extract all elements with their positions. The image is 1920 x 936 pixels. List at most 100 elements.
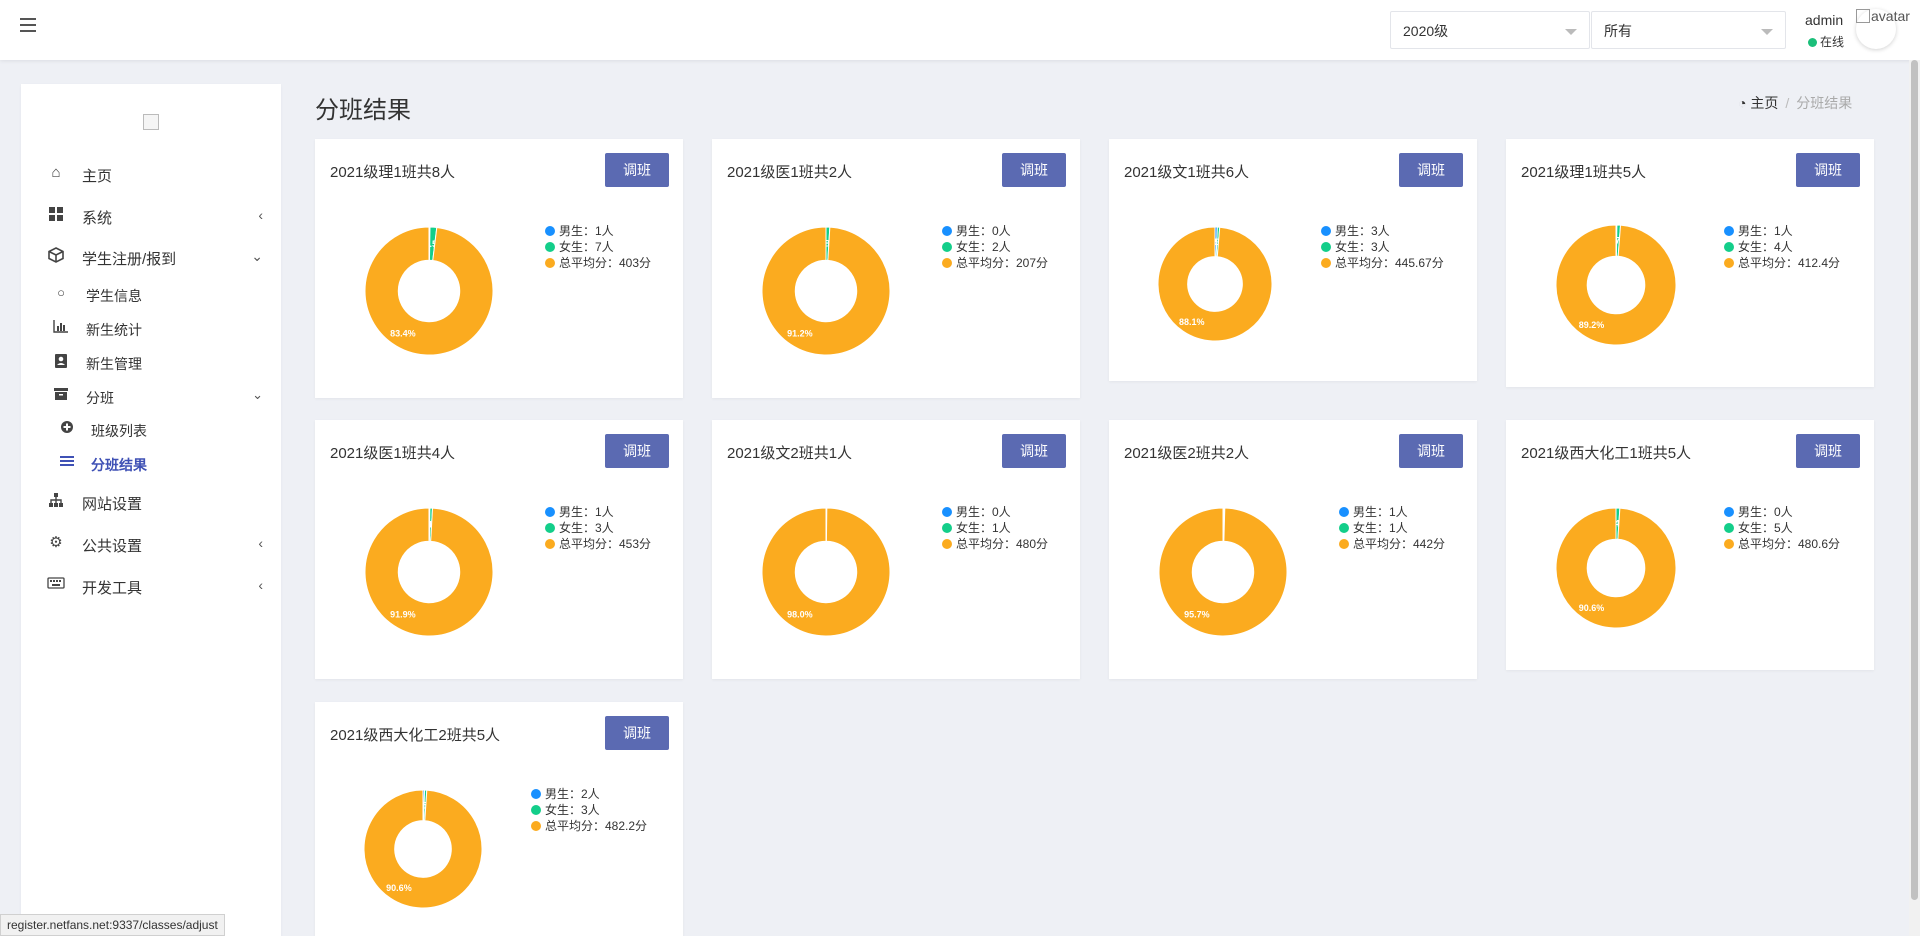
legend-item[interactable]: 总平均分：442分: [1339, 536, 1445, 552]
sidebar-item-label: 新生管理: [86, 356, 142, 372]
slice-percent-label: 90.6%: [1579, 603, 1605, 613]
average-legend-dot-icon: [1724, 539, 1734, 549]
legend-item[interactable]: 女生：3人: [545, 520, 651, 536]
card-title: 2021级西大化工2班共5人: [330, 727, 501, 744]
sidebar-item-student-info[interactable]: ○ 学生信息: [21, 279, 281, 309]
sidebar-item-dev-tools[interactable]: 开发工具 ‹: [21, 569, 281, 603]
legend-item[interactable]: 女生：2人: [942, 239, 1048, 255]
legend-item[interactable]: 女生：1人: [942, 520, 1048, 536]
legend-item[interactable]: 男生：0人: [942, 223, 1048, 239]
average-score-slice[interactable]: [363, 789, 483, 909]
legend-item[interactable]: 女生：3人: [1321, 239, 1444, 255]
average-score-slice[interactable]: [364, 507, 494, 637]
legend-label: 男生：1人: [1738, 224, 1793, 238]
legend-item[interactable]: 女生：5人: [1724, 520, 1840, 536]
legend-label: 男生：0人: [956, 224, 1011, 238]
adjust-class-button[interactable]: 调班: [1399, 153, 1463, 187]
legend-item[interactable]: 男生：0人: [942, 504, 1048, 520]
legend-item[interactable]: 总平均分：207分: [942, 255, 1048, 271]
sidebar-item-freshman-management[interactable]: 新生管理: [21, 347, 281, 377]
donut-chart: 14.5%83.4%: [364, 226, 494, 356]
average-score-slice[interactable]: [1555, 507, 1677, 629]
user-name[interactable]: admin: [1805, 12, 1843, 28]
average-score-slice[interactable]: [761, 507, 891, 637]
adjust-class-button[interactable]: 调班: [605, 434, 669, 468]
sidebar-item-class-division[interactable]: 分班 ⌄: [21, 381, 281, 411]
scope-select[interactable]: 所有: [1591, 11, 1786, 49]
male-legend-dot-icon: [1321, 226, 1331, 236]
adjust-class-button[interactable]: 调班: [605, 716, 669, 750]
average-score-slice[interactable]: [761, 226, 891, 356]
legend-item[interactable]: 女生：1人: [1339, 520, 1445, 536]
legend-label: 总平均分：482.2分: [545, 819, 648, 833]
male-legend-dot-icon: [1724, 226, 1734, 236]
sidebar-item-division-result[interactable]: 分班结果: [21, 448, 281, 478]
legend-item[interactable]: 总平均分：412.4分: [1724, 255, 1840, 271]
legend-label: 男生：3人: [1335, 224, 1390, 238]
legend-item[interactable]: 男生：1人: [545, 223, 651, 239]
legend-label: 男生：1人: [559, 505, 614, 519]
avatar-broken-image: avatar: [1856, 8, 1910, 24]
sidebar-item-label: 学生注册/报到: [82, 251, 177, 268]
sidebar-item-label: 学生信息: [86, 288, 142, 304]
grade-select[interactable]: 2020级: [1390, 11, 1590, 49]
sidebar-item-label: 开发工具: [82, 580, 143, 597]
legend-item[interactable]: 男生：1人: [545, 504, 651, 520]
scope-select-value: 所有: [1604, 23, 1632, 39]
sidebar-item-class-list[interactable]: 班级列表: [21, 414, 281, 444]
adjust-class-button[interactable]: 调班: [1399, 434, 1463, 468]
adjust-class-button[interactable]: 调班: [605, 153, 669, 187]
class-result-card: 2021级医2班共2人 调班 95.7% 男生：1人 女生：1人 总平均分：442分: [1109, 420, 1477, 679]
legend-item[interactable]: 总平均分：453分: [545, 536, 651, 552]
legend-item[interactable]: 总平均分：482.2分: [531, 818, 647, 834]
female-legend-dot-icon: [1724, 523, 1734, 533]
class-result-card: 2021级文2班共1人 调班 98.0% 男生：0人 女生：1人 总平均分：480分: [712, 420, 1080, 679]
windows-icon: [47, 206, 65, 224]
legend-item[interactable]: 男生：3人: [1321, 223, 1444, 239]
legend-item[interactable]: 男生：0人: [1724, 504, 1840, 520]
adjust-class-button[interactable]: 调班: [1796, 434, 1860, 468]
sidebar-item-site-settings[interactable]: 网站设置: [21, 485, 281, 519]
legend-item[interactable]: 男生：2人: [531, 786, 647, 802]
sidebar-item-public-settings[interactable]: ⚙ 公共设置 ‹: [21, 527, 281, 561]
class-result-card: 2021级理1班共8人 调班 14.5% 83.4% 男生：1人 女生：7人 总平均分：40…: [315, 139, 683, 398]
adjust-class-button[interactable]: 调班: [1002, 153, 1066, 187]
scrollbar-thumb[interactable]: [1911, 60, 1918, 900]
breadcrumb-home[interactable]: 主页: [1750, 95, 1778, 111]
legend-label: 男生：2人: [545, 787, 600, 801]
legend-label: 女生：1人: [1353, 521, 1408, 535]
sidebar-item-freshman-stats[interactable]: 新生统计: [21, 313, 281, 343]
legend-item[interactable]: 女生：4人: [1724, 239, 1840, 255]
legend-item[interactable]: 女生：7人: [545, 239, 651, 255]
sidebar-item-student-registration[interactable]: 学生注册/报到 ⌄: [21, 240, 281, 274]
legend-item[interactable]: 总平均分：480.6分: [1724, 536, 1840, 552]
legend-label: 总平均分：480分: [956, 537, 1049, 551]
average-score-slice[interactable]: [1157, 226, 1273, 342]
adjust-class-button[interactable]: 调班: [1796, 153, 1860, 187]
adjust-class-button[interactable]: 调班: [1002, 434, 1066, 468]
average-score-slice[interactable]: [364, 226, 494, 356]
user-status-label: 在线: [1820, 35, 1845, 49]
sidebar-item-home[interactable]: ⌂ 主页: [21, 157, 281, 191]
legend-item[interactable]: 总平均分：403分: [545, 255, 651, 271]
legend-item[interactable]: 总平均分：480分: [942, 536, 1048, 552]
menu-toggle-icon[interactable]: [20, 18, 36, 34]
class-result-card: 2021级理1班共5人 调班 8.7% 89.2% 男生：1人 女生：4人 总平均分：412…: [1506, 139, 1874, 387]
dashboard-icon: ◔: [1738, 95, 1747, 111]
sidebar-item-system[interactable]: 系统 ‹: [21, 199, 281, 233]
legend-label: 总平均分：445.67分: [1335, 256, 1444, 270]
page-scrollbar[interactable]: [1909, 60, 1920, 936]
legend-label: 女生：2人: [956, 240, 1011, 254]
card-title: 2021级医1班共2人: [727, 164, 853, 181]
legend-item[interactable]: 女生：3人: [531, 802, 647, 818]
average-score-slice[interactable]: [1158, 507, 1288, 637]
card-title: 2021级理1班共8人: [330, 164, 456, 181]
legend-label: 男生：0人: [956, 505, 1011, 519]
female-legend-dot-icon: [531, 805, 541, 815]
average-score-slice[interactable]: [1555, 224, 1677, 346]
slice-percent-label: 88.1%: [1179, 317, 1205, 327]
legend-item[interactable]: 总平均分：445.67分: [1321, 255, 1444, 271]
legend-item[interactable]: 男生：1人: [1724, 223, 1840, 239]
sidebar: ⌂ 主页 系统 ‹ 学生注册/报到 ⌄ ○ 学生信息 新生统计 新生管理 分班: [21, 84, 281, 936]
legend-item[interactable]: 男生：1人: [1339, 504, 1445, 520]
